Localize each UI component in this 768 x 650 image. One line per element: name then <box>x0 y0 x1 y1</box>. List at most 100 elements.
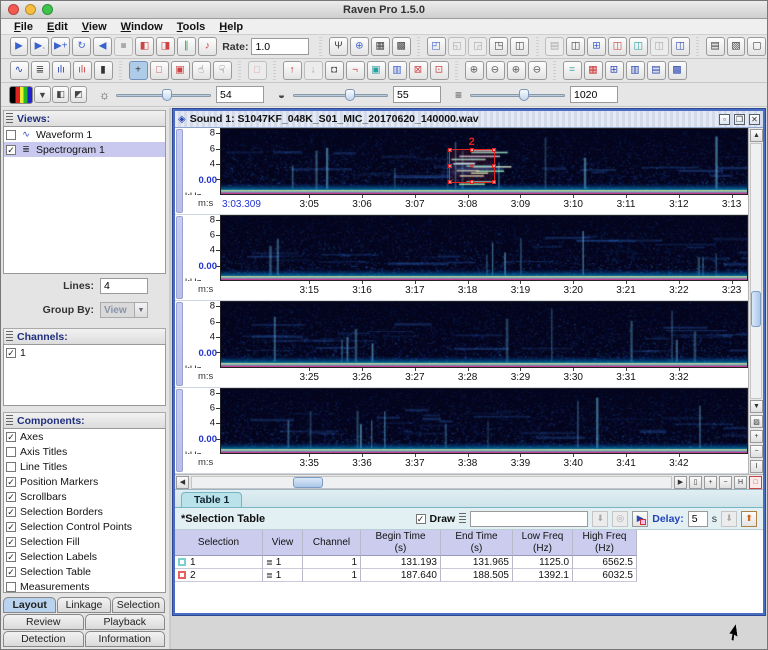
page-view-button[interactable]: ▯ <box>689 476 702 489</box>
checkbox[interactable] <box>6 582 16 592</box>
close-frame-button[interactable]: ✕ <box>749 114 760 125</box>
checkbox[interactable] <box>6 462 16 472</box>
spectrogram-canvas-area[interactable]: 2 <box>220 128 748 195</box>
save-as-button[interactable]: ◳ <box>489 37 508 56</box>
sound-window-titlebar[interactable]: ◈ Sound 1: S1047KF_048K_S01_MIC_20170620… <box>175 111 763 128</box>
hscroll-thumb[interactable] <box>293 477 323 488</box>
checkbox[interactable]: ✓ <box>6 537 16 547</box>
column-header[interactable]: High Freq(Hz) <box>573 530 637 556</box>
save-table-as-button[interactable]: ⊞ <box>587 37 606 56</box>
view-selection-button[interactable] <box>176 129 183 213</box>
smoothing-slider[interactable] <box>470 87 565 103</box>
print-button[interactable]: ▤ <box>706 37 725 56</box>
scroll-up-button[interactable]: ▲ <box>750 129 763 142</box>
split-selection-button[interactable]: ▣ <box>367 61 386 80</box>
column-header[interactable]: Begin Time(s) <box>361 530 441 556</box>
zoom-in-time-axis-button[interactable]: + <box>704 476 717 489</box>
view-item-waveform-1[interactable]: ∿Waveform 1 <box>4 127 165 142</box>
table-row[interactable]: 1≣11131.193131.9651125.06562.5 <box>175 556 763 569</box>
checkbox[interactable] <box>6 130 16 140</box>
zoom-selection-button[interactable]: ⊠ <box>409 61 428 80</box>
checkbox[interactable]: ✓ <box>6 477 16 487</box>
grab-tool-button[interactable]: ☟ <box>213 61 232 80</box>
checkbox[interactable]: ✓ <box>6 432 16 442</box>
component-selection-control-points[interactable]: ✓Selection Control Points <box>4 519 165 534</box>
menu-tools[interactable]: Tools <box>170 21 213 33</box>
slice-view-button[interactable]: ▮ <box>94 61 113 80</box>
column-header[interactable]: View <box>263 530 303 556</box>
selection-box[interactable] <box>449 149 495 183</box>
groupby-select[interactable]: View ▼ <box>100 302 148 318</box>
component-axes[interactable]: ✓Axes <box>4 429 165 444</box>
checkbox[interactable]: ✓ <box>6 552 16 562</box>
component-scrollbars[interactable]: ✓Scrollbars <box>4 489 165 504</box>
promote-table-button[interactable]: ⬆ <box>741 511 757 527</box>
lines-input[interactable] <box>100 278 148 294</box>
component-line-titles[interactable]: Line Titles <box>4 459 165 474</box>
view-selection-button[interactable] <box>176 389 183 473</box>
column-header[interactable]: Low Freq(Hz) <box>513 530 573 556</box>
checkbox[interactable]: ✓ <box>6 567 16 577</box>
tab-information[interactable]: Information <box>85 631 166 647</box>
save-selections-button[interactable]: ◫ <box>608 37 627 56</box>
channels-panel-header[interactable]: Channels: <box>3 328 166 344</box>
checkbox[interactable]: ✓ <box>6 348 16 358</box>
page-forward-button[interactable]: ◨ <box>156 37 175 56</box>
zoom-in-time-button[interactable]: ⊕ <box>465 61 484 80</box>
tab-detection[interactable]: Detection <box>3 631 84 647</box>
component-axis-titles[interactable]: Axis Titles <box>4 444 165 459</box>
draw-checkbox[interactable]: ✓ <box>416 514 426 524</box>
vscroll-thumb[interactable] <box>751 291 761 327</box>
channel-item-1[interactable]: ✓1 <box>4 345 165 360</box>
selection-control-point[interactable] <box>492 148 496 152</box>
reverse-play-button[interactable]: ◀ <box>93 37 112 56</box>
checkbox[interactable]: ✓ <box>6 145 16 155</box>
spectrogram-canvas-area[interactable] <box>220 388 748 455</box>
component-measurements[interactable]: Measurements <box>4 579 165 593</box>
menu-view[interactable]: View <box>75 21 114 33</box>
checkbox[interactable] <box>6 447 16 457</box>
fit-freq-axis-button[interactable]: I <box>750 460 763 473</box>
snapshot-button[interactable]: ▨ <box>750 415 763 428</box>
selection-control-point[interactable] <box>448 164 452 168</box>
menu-help[interactable]: Help <box>212 21 250 33</box>
component-position-markers[interactable]: ✓Position Markers <box>4 474 165 489</box>
commit-selection-button[interactable]: ↑ <box>283 61 302 80</box>
scroll-down-button[interactable]: ▼ <box>750 400 763 413</box>
spectrogram-canvas-area[interactable] <box>220 215 748 282</box>
contrast-value-field[interactable] <box>393 86 441 103</box>
column-header[interactable]: Channel <box>303 530 361 556</box>
scroll-right-button[interactable]: ▶ <box>674 476 687 489</box>
zoom-selection-all-button[interactable]: ⊡ <box>430 61 449 80</box>
waveform-view-button[interactable]: ∿ <box>10 61 29 80</box>
window-preset-button[interactable]: ▦ <box>371 37 390 56</box>
rate-input[interactable] <box>251 38 309 55</box>
tile-columns-button[interactable]: ▥ <box>626 61 645 80</box>
spectrogram-canvas[interactable] <box>221 389 747 454</box>
menu-edit[interactable]: Edit <box>40 21 75 33</box>
tab-linkage[interactable]: Linkage <box>57 597 110 613</box>
vscroll-track[interactable] <box>750 143 762 399</box>
component-selection-labels[interactable]: ✓Selection Labels <box>4 549 165 564</box>
selection-control-point[interactable] <box>492 180 496 184</box>
point-tool-button[interactable]: ☝ <box>192 61 211 80</box>
reset-zoom-button[interactable]: □ <box>749 476 762 489</box>
play-append-button[interactable]: ▶+ <box>51 37 70 56</box>
checkbox[interactable]: ✓ <box>6 507 16 517</box>
column-header[interactable]: Selection <box>175 530 263 556</box>
loop-play-button[interactable]: ↻ <box>72 37 91 56</box>
view-item-spectrogram-1[interactable]: ✓≣Spectrogram 1 <box>4 142 165 157</box>
iconify-frame-button[interactable]: ▫ <box>719 114 730 125</box>
tile-grid-button[interactable]: ⊞ <box>605 61 624 80</box>
checkbox[interactable]: ✓ <box>6 522 16 532</box>
print-preview-button[interactable]: ▧ <box>727 37 746 56</box>
cascade-windows-button[interactable]: ▩ <box>668 61 687 80</box>
maximize-frame-button[interactable]: ❒ <box>734 114 745 125</box>
review-selection-button[interactable]: ▣ <box>171 61 190 80</box>
component-selection-table[interactable]: ✓Selection Table <box>4 564 165 579</box>
colormap-swatch-button[interactable] <box>9 86 33 104</box>
clear-active-button[interactable]: ¬ <box>346 61 365 80</box>
column-header[interactable]: End Time(s) <box>441 530 513 556</box>
tab-selection[interactable]: Selection <box>112 597 165 613</box>
spectrogram-canvas-area[interactable] <box>220 301 748 368</box>
